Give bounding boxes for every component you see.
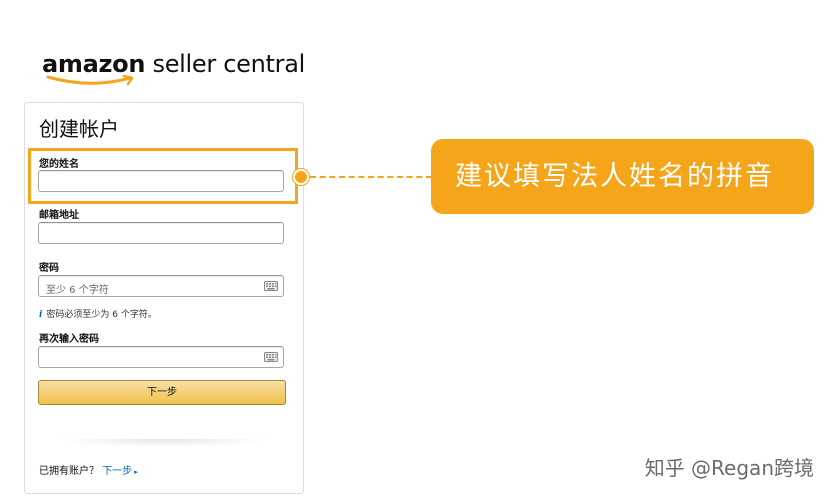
email-input[interactable] <box>38 222 284 244</box>
keyboard-icon[interactable] <box>264 352 278 362</box>
caret-right-icon: ▸ <box>134 468 138 476</box>
signin-prompt: 已拥有账户？ 下一步 ▸ <box>39 462 138 477</box>
logo-product: seller central <box>145 50 305 78</box>
name-field-highlight <box>28 148 298 204</box>
connector-line <box>310 176 432 178</box>
keyboard-icon[interactable] <box>264 281 278 291</box>
have-account-text: 已拥有账户？ <box>39 466 99 477</box>
password-placeholder: 至少 6 个字符 <box>46 285 109 296</box>
email-label: 邮箱地址 <box>39 210 79 221</box>
signin-link[interactable]: 下一步 <box>102 466 132 477</box>
annotation-callout: 建议填写法人姓名的拼音 <box>431 139 814 214</box>
password-hint-text: 密码必须至少为 6 个字符。 <box>46 310 157 320</box>
divider <box>55 439 273 447</box>
password-label: 密码 <box>39 263 59 274</box>
password-hint: i 密码必须至少为 6 个字符。 <box>39 307 157 320</box>
amazon-smile-icon <box>46 75 134 86</box>
amazon-seller-central-logo: amazon seller central <box>42 50 305 90</box>
logo-wordmark: amazon seller central <box>42 50 305 78</box>
info-icon: i <box>39 310 43 320</box>
confirm-password-input[interactable] <box>38 346 284 368</box>
page-title: 创建帐户 <box>39 117 119 141</box>
next-button[interactable]: 下一步 <box>38 380 286 405</box>
connector-dot <box>293 169 309 185</box>
confirm-password-label: 再次输入密码 <box>39 334 99 345</box>
logo-brand: amazon <box>42 50 146 78</box>
password-input[interactable]: 至少 6 个字符 <box>38 275 284 297</box>
watermark: 知乎 @Regan跨境 <box>644 456 814 480</box>
